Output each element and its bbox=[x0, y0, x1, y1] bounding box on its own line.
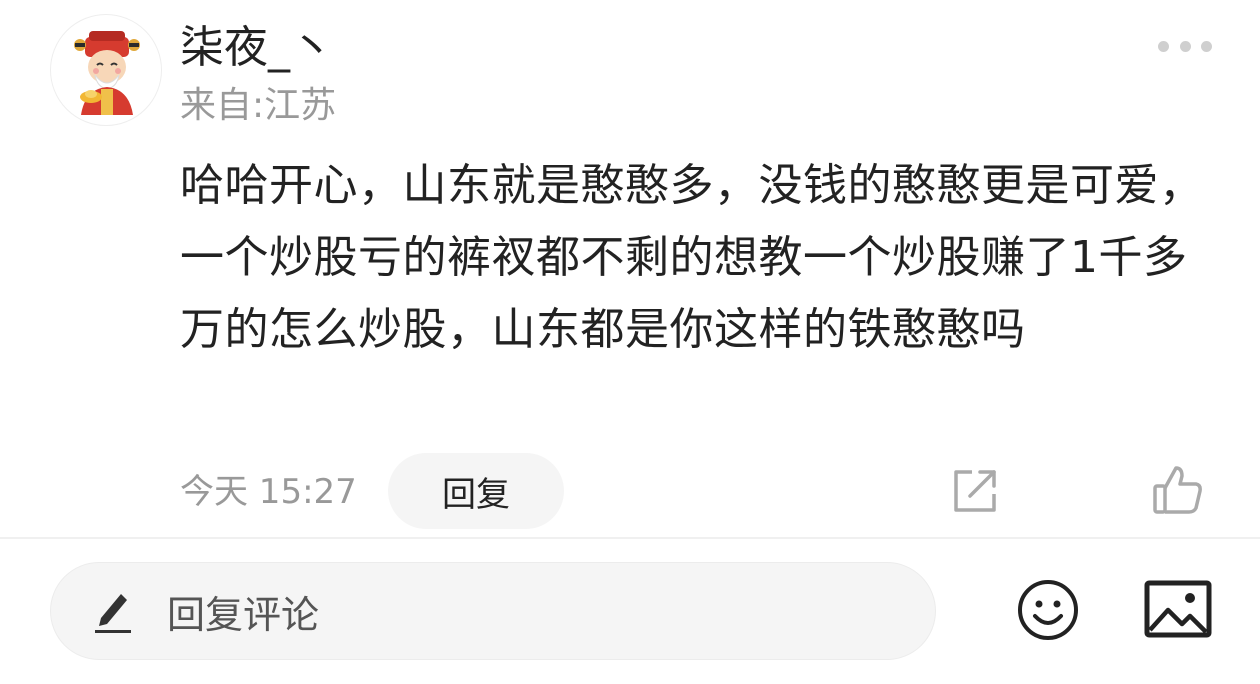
comment-text: 哈哈开心，山东就是憨憨多，没钱的憨憨更是可爱，一个炒股亏的裤衩都不剩的想教一个炒… bbox=[180, 160, 1204, 355]
share-icon[interactable] bbox=[950, 466, 1000, 516]
pencil-icon bbox=[95, 594, 131, 633]
reply-button[interactable]: 回复 bbox=[388, 453, 564, 529]
username[interactable]: 柒夜_丶 bbox=[180, 20, 334, 76]
dot bbox=[1158, 40, 1169, 52]
avatar[interactable] bbox=[50, 14, 162, 126]
location-label: 来自:江苏 bbox=[180, 85, 337, 126]
more-dots-icon[interactable] bbox=[1158, 36, 1212, 56]
timestamp: 今天 15:27 bbox=[180, 472, 357, 512]
divider bbox=[0, 537, 1260, 539]
emoji-icon[interactable] bbox=[1016, 578, 1080, 642]
reply-input[interactable]: 回复评论 bbox=[50, 562, 936, 660]
reply-input-placeholder: 回复评论 bbox=[167, 592, 320, 637]
god-of-wealth-avatar-icon bbox=[74, 31, 140, 115]
image-icon[interactable] bbox=[1144, 580, 1212, 638]
thumbs-up-icon[interactable] bbox=[1152, 464, 1204, 516]
dot bbox=[1179, 40, 1191, 52]
dot bbox=[1201, 40, 1212, 52]
